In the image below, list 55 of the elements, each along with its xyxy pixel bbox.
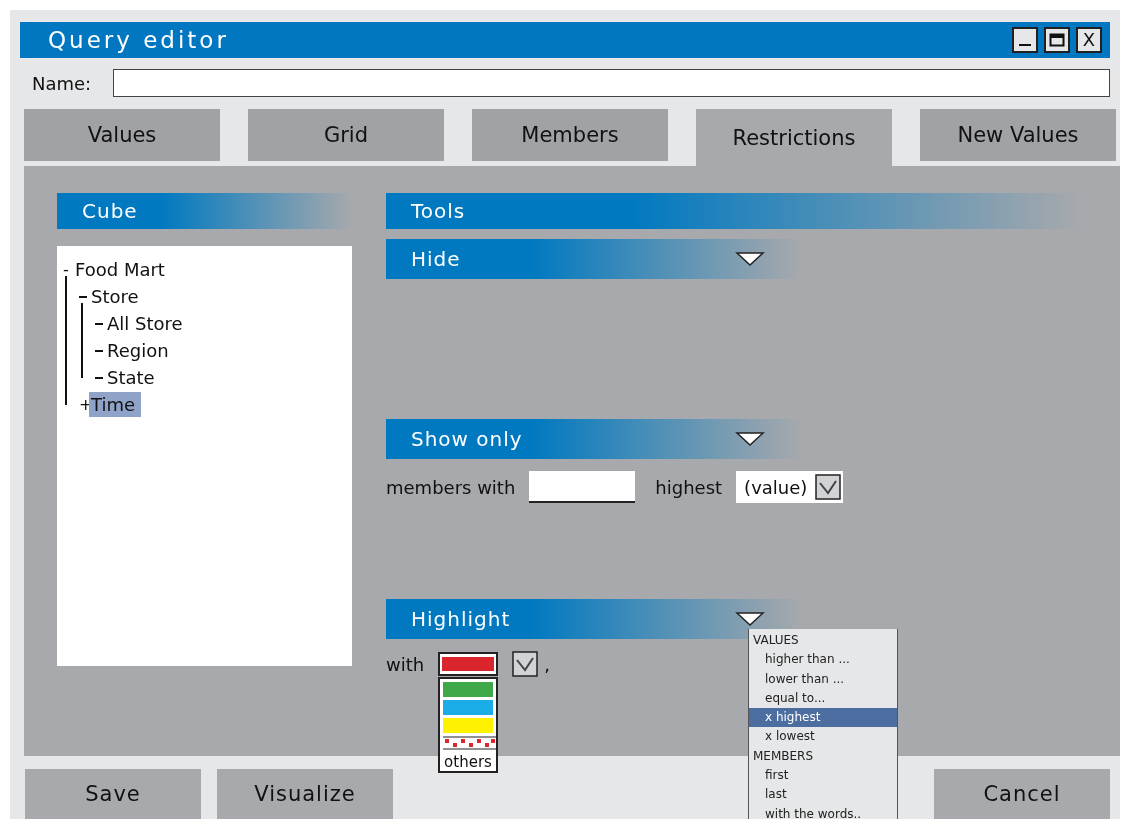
dropdown-arrow-icon[interactable] bbox=[735, 251, 765, 267]
color-option[interactable] bbox=[443, 682, 493, 697]
tools-title: Tools bbox=[411, 199, 466, 223]
field-label: highest bbox=[655, 476, 723, 498]
menu-heading: VALUES bbox=[752, 632, 800, 649]
tab[interactable]: Values bbox=[24, 109, 220, 161]
tab[interactable]: Grid bbox=[248, 109, 444, 161]
color-option[interactable]: others bbox=[443, 753, 493, 771]
tree-item[interactable]: Food Mart bbox=[73, 257, 171, 282]
tree-item[interactable]: All Store bbox=[105, 311, 189, 336]
menu-item[interactable]: with the words.. bbox=[749, 804, 897, 819]
dropdown-arrow-icon[interactable] bbox=[735, 611, 765, 627]
cube-title: Cube bbox=[82, 199, 138, 223]
value-select[interactable]: (value) bbox=[736, 471, 844, 503]
menu-item[interactable]: last bbox=[749, 785, 897, 805]
window-title: Query editor bbox=[48, 26, 229, 53]
dropdown-button[interactable] bbox=[815, 474, 842, 500]
tab[interactable]: Restrictions bbox=[696, 109, 892, 166]
dropdown-button[interactable] bbox=[512, 651, 539, 677]
maximize-button[interactable] bbox=[1044, 26, 1070, 53]
tree-item[interactable]: Store bbox=[89, 284, 145, 309]
dropdown-arrow-icon[interactable] bbox=[735, 431, 765, 447]
minimize-icon bbox=[1019, 43, 1031, 46]
tree-item[interactable]: Time bbox=[89, 392, 142, 417]
comma-text: , bbox=[544, 653, 550, 675]
pattern-option[interactable] bbox=[443, 736, 497, 750]
field-label: members with bbox=[386, 476, 516, 498]
footer-button[interactable]: Save bbox=[25, 769, 201, 819]
tree-toggle[interactable]: - bbox=[63, 260, 73, 279]
footer-button[interactable]: Visualize bbox=[217, 769, 393, 819]
minimize-button[interactable] bbox=[1012, 26, 1038, 53]
footer-button[interactable]: Cancel bbox=[934, 769, 1110, 819]
color-option[interactable] bbox=[443, 700, 493, 715]
tab[interactable]: New Values bbox=[920, 109, 1116, 161]
menu-heading: MEMBERS bbox=[752, 747, 815, 765]
field-label: with bbox=[386, 653, 425, 675]
close-button[interactable]: X bbox=[1076, 26, 1102, 53]
tree-item[interactable]: Region bbox=[105, 338, 175, 363]
section-title: Hide bbox=[411, 247, 461, 271]
section-title: Highlight bbox=[411, 607, 511, 631]
section-title: Show only bbox=[411, 427, 523, 451]
name-field[interactable] bbox=[113, 69, 1110, 98]
name-label: Name: bbox=[32, 72, 92, 94]
tree-item[interactable]: State bbox=[105, 365, 161, 390]
menu-item[interactable]: x highest bbox=[749, 708, 897, 728]
color-select[interactable] bbox=[438, 652, 499, 676]
color-option[interactable] bbox=[443, 718, 493, 733]
menu-item[interactable]: x lowest bbox=[749, 727, 897, 747]
menu-item[interactable]: higher than ... bbox=[749, 650, 897, 670]
menu-item[interactable]: lower than ... bbox=[749, 669, 897, 689]
menu-item[interactable]: equal to... bbox=[749, 688, 897, 709]
count-field[interactable] bbox=[529, 471, 636, 503]
tab[interactable]: Members bbox=[472, 109, 668, 161]
menu-item[interactable]: first bbox=[749, 766, 897, 786]
maximize-icon bbox=[1049, 32, 1065, 47]
